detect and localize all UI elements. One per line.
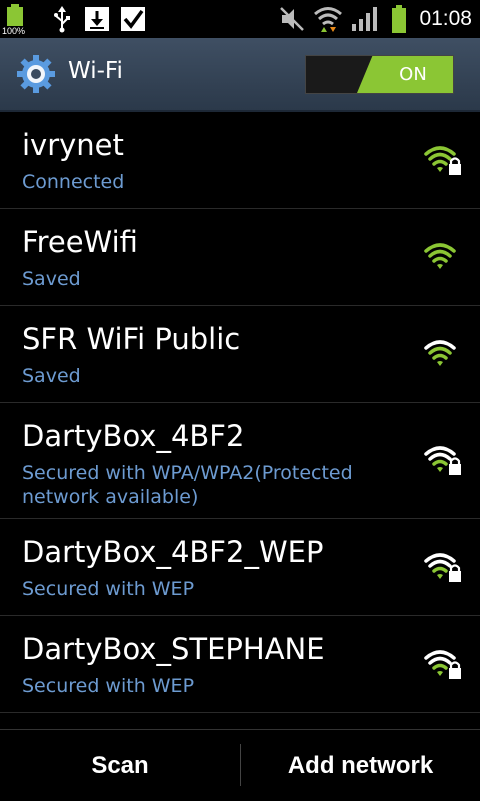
network-list: ivrynet Connected FreeWifi Saved SFR WiF… bbox=[0, 112, 480, 713]
network-name: DartyBox_4BF2_WEP bbox=[22, 535, 324, 569]
status-time: 01:08 bbox=[419, 7, 472, 30]
network-name: SFR WiFi Public bbox=[22, 322, 241, 356]
network-name: DartyBox_4BF2 bbox=[22, 419, 245, 453]
wifi-status-icon bbox=[311, 5, 345, 33]
wifi-signal-locked-icon bbox=[424, 446, 461, 475]
wifi-signal-icon bbox=[424, 243, 456, 269]
wifi-toggle-on-label: ON bbox=[357, 56, 453, 93]
network-item[interactable]: SFR WiFi Public Saved bbox=[0, 306, 480, 403]
lock-icon bbox=[449, 564, 461, 582]
settings-gear-icon[interactable] bbox=[16, 54, 56, 94]
network-status: Secured with WPA/WPA2(Protected network … bbox=[22, 462, 353, 508]
usb-icon bbox=[48, 0, 76, 38]
wifi-signal-locked-icon bbox=[424, 650, 461, 679]
wifi-signal-locked-icon bbox=[424, 146, 461, 175]
network-status: Saved bbox=[22, 365, 81, 387]
network-status: Secured with WEP bbox=[22, 675, 195, 697]
checkbox-icon bbox=[118, 0, 148, 38]
network-item[interactable]: DartyBox_STEPHANE Secured with WEP bbox=[0, 616, 480, 713]
wifi-toggle[interactable]: ON bbox=[305, 55, 454, 94]
network-item[interactable]: FreeWifi Saved bbox=[0, 209, 480, 306]
battery-icon bbox=[387, 4, 411, 34]
network-status: Secured with WEP bbox=[22, 578, 195, 600]
lock-icon bbox=[449, 157, 461, 175]
title-bar: Wi-Fi ON bbox=[0, 38, 480, 112]
cell-signal-icon bbox=[349, 6, 381, 32]
lock-icon bbox=[449, 457, 461, 475]
status-bar: 100% 01:08 bbox=[0, 0, 480, 38]
network-name: FreeWifi bbox=[22, 225, 138, 259]
network-status: Saved bbox=[22, 268, 81, 290]
bottom-action-bar: Scan Add network bbox=[0, 729, 480, 801]
add-network-button[interactable]: Add network bbox=[241, 730, 480, 801]
network-status: Connected bbox=[22, 171, 125, 193]
wifi-signal-icon bbox=[424, 340, 456, 366]
battery-full-icon: 100% bbox=[2, 2, 28, 36]
download-icon bbox=[82, 0, 112, 38]
network-item[interactable]: DartyBox_4BF2_WEP Secured with WEP bbox=[0, 519, 480, 616]
wifi-signal-locked-icon bbox=[424, 553, 461, 582]
battery-percent-label: 100% bbox=[2, 26, 26, 36]
network-name: DartyBox_STEPHANE bbox=[22, 632, 325, 666]
network-name: ivrynet bbox=[22, 128, 124, 162]
mute-icon bbox=[277, 6, 307, 32]
page-title: Wi-Fi bbox=[68, 58, 123, 84]
scan-button[interactable]: Scan bbox=[0, 730, 240, 801]
network-item[interactable]: DartyBox_4BF2 Secured with WPA/WPA2(Prot… bbox=[0, 403, 480, 519]
network-item[interactable]: ivrynet Connected bbox=[0, 112, 480, 209]
lock-icon bbox=[449, 661, 461, 679]
